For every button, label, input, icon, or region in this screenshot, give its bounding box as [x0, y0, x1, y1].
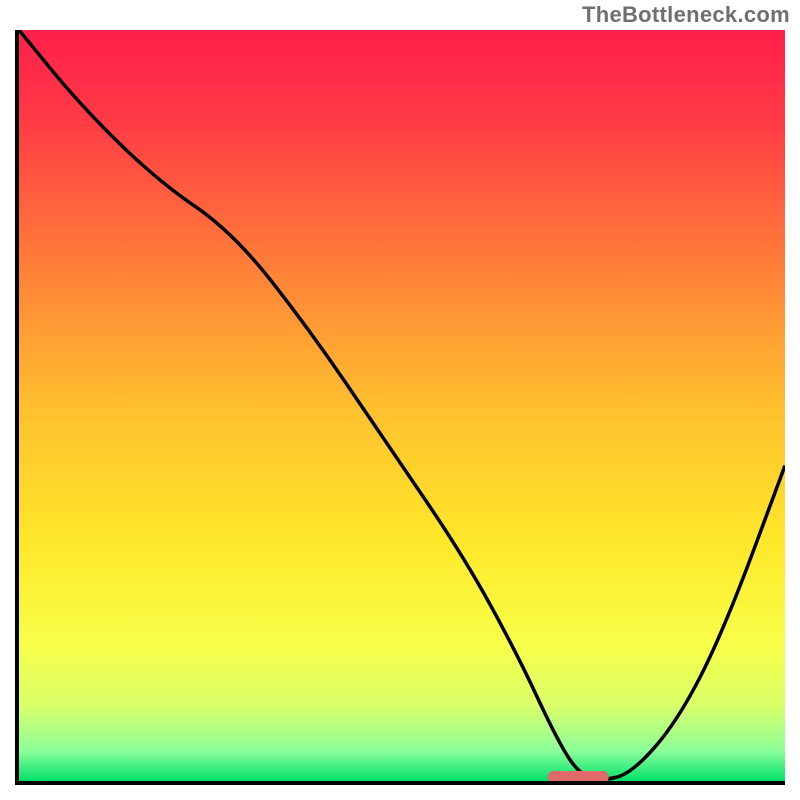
- chart-container: TheBottleneck.com: [0, 0, 800, 800]
- gradient-background: [19, 30, 785, 781]
- plot-svg: [19, 30, 785, 781]
- optimal-marker: [548, 771, 609, 781]
- watermark-text: TheBottleneck.com: [582, 2, 790, 28]
- plot-frame: [15, 30, 785, 785]
